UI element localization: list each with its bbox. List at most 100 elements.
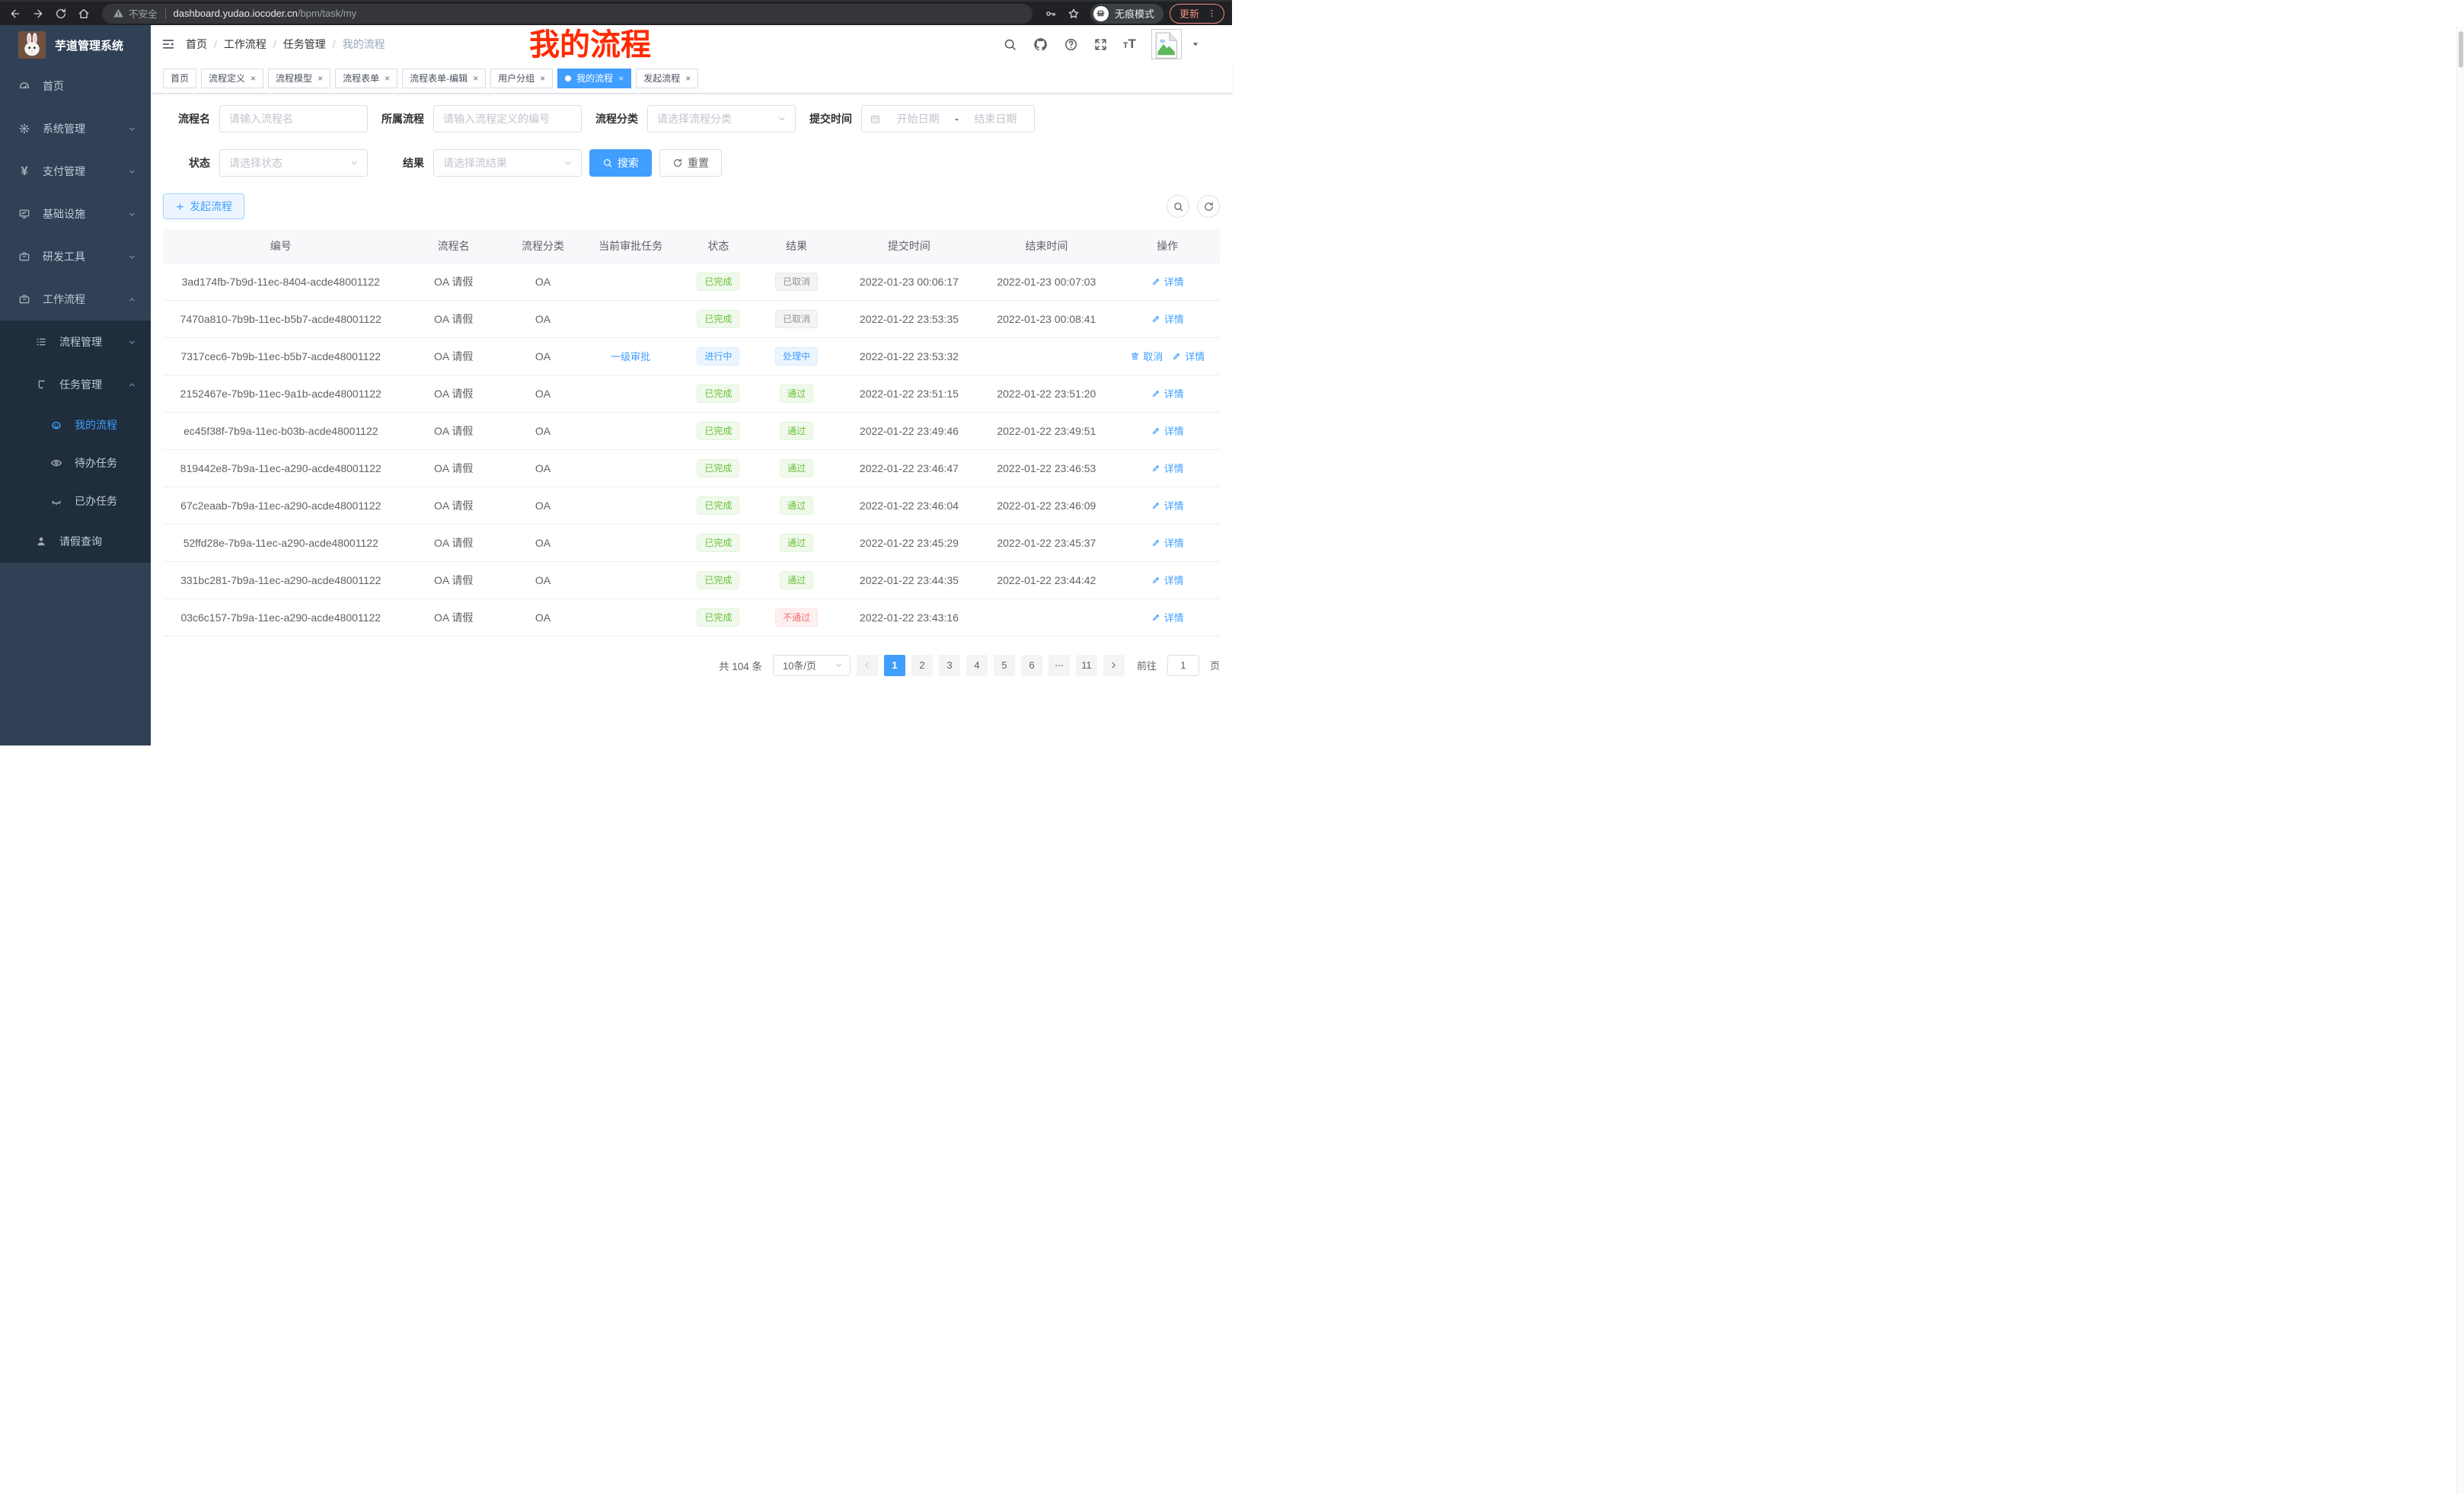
tab-close-icon[interactable]: × xyxy=(385,73,390,84)
page-more-button[interactable] xyxy=(1048,655,1070,676)
app-logo[interactable]: 芋道管理系统 xyxy=(0,25,151,65)
tab-close-icon[interactable]: × xyxy=(251,73,256,84)
tab-close-icon[interactable]: × xyxy=(618,73,624,84)
page-scrollbar[interactable] xyxy=(2456,27,2464,1494)
refresh-table-button[interactable] xyxy=(1197,195,1220,218)
filter-name-label: 流程名 xyxy=(163,111,210,126)
security-label: 不安全 xyxy=(129,6,158,21)
annotation-overlay: 我的流程 xyxy=(529,27,651,63)
process-name-input[interactable] xyxy=(219,105,368,132)
tab-close-icon[interactable]: × xyxy=(540,73,545,84)
tab-close-icon[interactable]: × xyxy=(685,73,691,84)
detail-link[interactable]: 详情 xyxy=(1151,610,1184,624)
sidebar-item-infra[interactable]: 基础设施 xyxy=(0,193,151,235)
page-6-button[interactable]: 6 xyxy=(1021,655,1042,676)
page-4-button[interactable]: 4 xyxy=(966,655,988,676)
detail-link[interactable]: 详情 xyxy=(1151,498,1184,512)
goto-page-input[interactable] xyxy=(1167,655,1199,676)
page-size-select[interactable]: 10条/页 xyxy=(773,655,851,676)
toggle-search-button[interactable] xyxy=(1167,195,1189,218)
github-icon[interactable] xyxy=(1033,37,1048,53)
status-select[interactable]: 请选择状态 xyxy=(219,149,368,177)
detail-link[interactable]: 详情 xyxy=(1172,349,1205,363)
sidebar-item-home[interactable]: 首页 xyxy=(0,65,151,107)
filter-time-label: 提交时间 xyxy=(796,111,852,126)
tab-start-process[interactable]: 发起流程× xyxy=(636,69,698,88)
tab-process-form[interactable]: 流程表单× xyxy=(335,69,397,88)
tab-my-process[interactable]: 我的流程× xyxy=(557,69,631,88)
detail-link[interactable]: 详情 xyxy=(1151,573,1184,587)
help-question-icon[interactable] xyxy=(1064,37,1078,52)
detail-link[interactable]: 详情 xyxy=(1151,274,1184,289)
detail-link[interactable]: 详情 xyxy=(1151,311,1184,326)
sidebar-item-process-mgmt[interactable]: 流程管理 xyxy=(0,321,151,363)
table-toolbar: 发起流程 xyxy=(163,193,1220,219)
browser-menu-kebab-icon[interactable] xyxy=(1201,3,1222,24)
breadcrumb-item-workflow[interactable]: 工作流程 xyxy=(224,37,267,52)
browser-update-button[interactable]: 更新 xyxy=(1170,4,1224,24)
tab-close-icon[interactable]: × xyxy=(473,73,478,84)
tab-user-group[interactable]: 用户分组× xyxy=(490,69,553,88)
sidebar-item-todo-task[interactable]: 待办任务 xyxy=(0,444,151,482)
current-task-link[interactable]: 一级审批 xyxy=(611,349,650,363)
cell-result: 通过 xyxy=(752,561,840,599)
tab-process-form-edit[interactable]: 流程表单-编辑× xyxy=(402,69,486,88)
category-select[interactable]: 请选择流程分类 xyxy=(647,105,796,132)
page-5-button[interactable]: 5 xyxy=(994,655,1015,676)
address-bar[interactable]: 不安全 dashboard.yudao.iocoder.cn/bpm/task/… xyxy=(102,4,1033,24)
bookmark-star-icon[interactable] xyxy=(1063,3,1084,24)
start-date-placeholder[interactable]: 开始日期 xyxy=(887,111,949,126)
sidebar-collapse-icon[interactable] xyxy=(161,37,175,51)
detail-link[interactable]: 详情 xyxy=(1151,535,1184,550)
sidebar-item-payment[interactable]: ¥支付管理 xyxy=(0,150,151,193)
prev-page-button[interactable] xyxy=(857,655,878,676)
tab-process-definition[interactable]: 流程定义× xyxy=(201,69,263,88)
header-search-icon[interactable] xyxy=(1003,37,1017,52)
font-size-icon[interactable]: TT xyxy=(1123,37,1136,52)
sidebar-item-workflow[interactable]: 工作流程 xyxy=(0,278,151,321)
end-date-placeholder[interactable]: 结束日期 xyxy=(965,111,1026,126)
process-definition-input[interactable] xyxy=(433,105,582,132)
tab-home[interactable]: 首页 xyxy=(163,69,196,88)
page-1-button[interactable]: 1 xyxy=(884,655,905,676)
home-icon[interactable] xyxy=(73,3,94,24)
sidebar-item-task-mgmt[interactable]: 任务管理 xyxy=(0,363,151,406)
breadcrumb-item-home[interactable]: 首页 xyxy=(186,37,207,52)
fullscreen-icon[interactable] xyxy=(1093,37,1108,52)
sidebar-item-done-task[interactable]: 已办任务 xyxy=(0,482,151,520)
avatar-caret-down-icon[interactable] xyxy=(1191,40,1200,49)
back-icon[interactable] xyxy=(5,3,26,24)
security-chip[interactable]: 不安全 xyxy=(113,6,158,21)
page-2-button[interactable]: 2 xyxy=(911,655,933,676)
page-11-button[interactable]: 11 xyxy=(1076,655,1097,676)
scrollbar-thumb[interactable] xyxy=(2459,31,2463,68)
cancel-link[interactable]: 取消 xyxy=(1130,349,1163,363)
result-badge: 通过 xyxy=(780,534,813,552)
sidebar-item-my-process[interactable]: 我的流程 xyxy=(0,406,151,444)
next-page-button[interactable] xyxy=(1103,655,1125,676)
tab-process-model[interactable]: 流程模型× xyxy=(268,69,330,88)
user-avatar[interactable] xyxy=(1151,29,1182,59)
tab-close-icon[interactable]: × xyxy=(318,73,323,84)
detail-link[interactable]: 详情 xyxy=(1151,461,1184,475)
sidebar-item-leave-query[interactable]: 请假查询 xyxy=(0,520,151,563)
forward-icon[interactable] xyxy=(27,3,49,24)
password-key-icon[interactable] xyxy=(1040,3,1061,24)
create-process-button[interactable]: 发起流程 xyxy=(163,193,244,219)
breadcrumb-item-task-mgmt[interactable]: 任务管理 xyxy=(283,37,326,52)
tab-label: 首页 xyxy=(171,72,189,85)
sidebar-item-devtools[interactable]: 研发工具 xyxy=(0,235,151,278)
reset-button[interactable]: 重置 xyxy=(659,149,722,177)
detail-link[interactable]: 详情 xyxy=(1151,386,1184,401)
search-button[interactable]: 搜索 xyxy=(589,149,652,177)
cell-status: 已完成 xyxy=(684,487,752,524)
detail-link[interactable]: 详情 xyxy=(1151,423,1184,438)
cell-end-time: 2022-01-22 23:49:51 xyxy=(978,412,1115,449)
page-3-button[interactable]: 3 xyxy=(939,655,960,676)
reload-icon[interactable] xyxy=(50,3,72,24)
cell-status: 已完成 xyxy=(684,449,752,487)
result-select[interactable]: 请选择流结果 xyxy=(433,149,582,177)
cell-process-id: 03c6c157-7b9a-11ec-a290-acde48001122 xyxy=(163,599,399,636)
submit-time-range-picker[interactable]: 开始日期 - 结束日期 xyxy=(861,105,1035,132)
sidebar-item-system[interactable]: 系统管理 xyxy=(0,107,151,150)
